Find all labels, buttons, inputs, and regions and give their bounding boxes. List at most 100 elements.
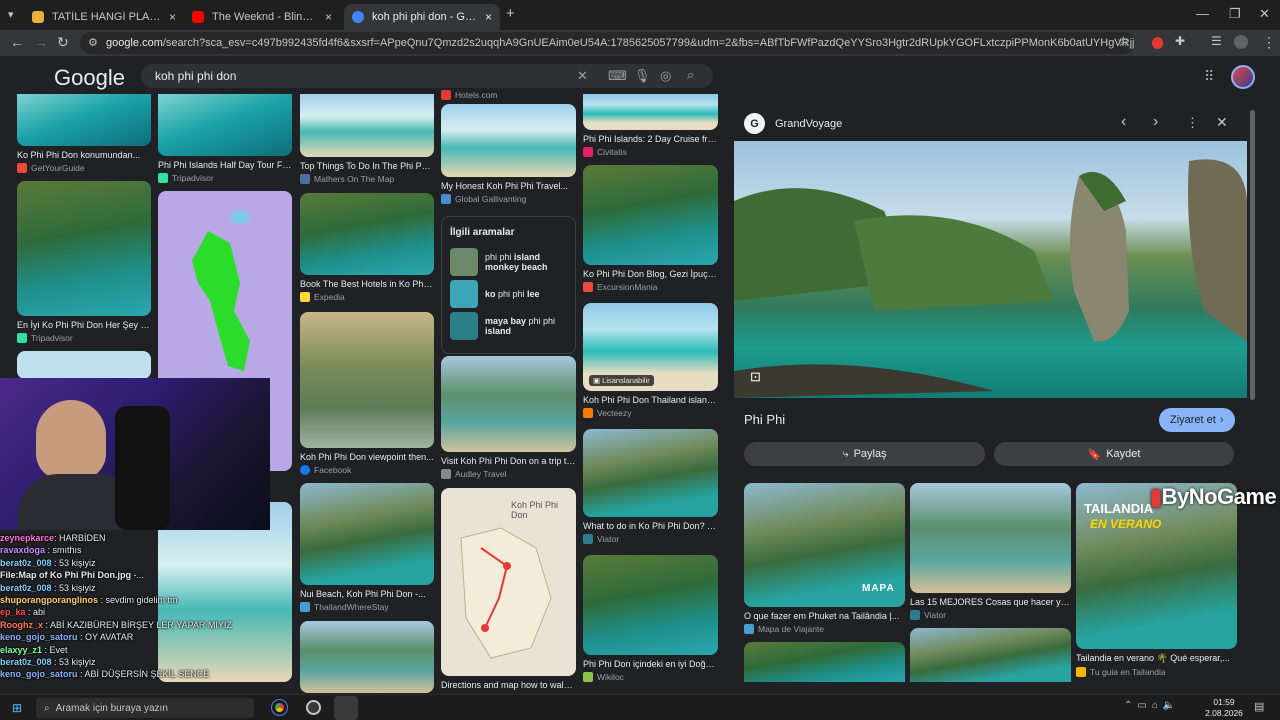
extension-red-icon[interactable]	[1152, 37, 1163, 49]
result-source[interactable]: Wikiloc	[583, 672, 718, 682]
next-image-icon[interactable]: ›	[1153, 113, 1158, 131]
result-caption[interactable]: Phi Phi Don içindeki en iyi Doğa...	[583, 659, 718, 669]
image-result[interactable]	[17, 351, 151, 379]
related-search-item[interactable]: ko phi phi lee	[450, 280, 567, 308]
result-source[interactable]: Global Gallivanting	[441, 194, 576, 204]
account-avatar[interactable]	[1231, 65, 1255, 89]
result-caption[interactable]: Nui Beach, Koh Phi Phi Don -...	[300, 589, 434, 599]
result-caption[interactable]: Phi Phi Islands Half Day Tour Fro...	[158, 160, 292, 170]
tab-close-icon[interactable]: ×	[325, 10, 332, 24]
taskbar-clock[interactable]: 01:59 2.08.2026	[1204, 697, 1244, 719]
result-image[interactable]: ▣ Lisanslanabilir	[583, 303, 718, 391]
keyboard-icon[interactable]: ⌨	[608, 68, 627, 84]
result-image[interactable]	[441, 356, 576, 452]
result-caption[interactable]: Book The Best Hotels in Ko Phi P...	[300, 279, 434, 289]
tab-search-icon[interactable]: ☰	[1211, 34, 1222, 48]
result-caption[interactable]: My Honest Koh Phi Phi Travel...	[441, 181, 576, 191]
result-image[interactable]: MAPA	[744, 483, 905, 607]
more-options-icon[interactable]: ⋮	[1186, 115, 1199, 131]
result-caption[interactable]: Ko Phi Phi Don Blog, Gezi İpuçlar...	[583, 269, 718, 279]
image-result[interactable]: What to do in Ko Phi Phi Don? Th... Viat…	[583, 429, 718, 544]
result-image[interactable]	[583, 94, 718, 130]
result-image[interactable]	[583, 429, 718, 517]
system-tray-icons[interactable]: ⌃▭⌂🔈	[1124, 700, 1180, 711]
related-image-result[interactable]: Las 15 MEJORES Cosas que hacer y ver... …	[910, 483, 1071, 620]
image-result[interactable]: Ko Phi Phi Don konumundan... GetYourGuid…	[17, 94, 151, 173]
result-source[interactable]: Civitatis	[583, 147, 718, 157]
forward-icon[interactable]: →	[34, 34, 48, 50]
result-image[interactable]	[158, 94, 292, 156]
menu-icon[interactable]: ⋮	[1262, 34, 1276, 51]
result-source[interactable]: Mapa de Viajante	[744, 624, 905, 634]
image-result[interactable]: En İyi Ko Phi Phi Don Her Şey Da... Trip…	[17, 181, 151, 343]
related-image-result[interactable]	[910, 628, 1071, 682]
related-image-result[interactable]: MAPA O que fazer em Phuket na Tailândia …	[744, 483, 905, 634]
result-source[interactable]: GetYourGuide	[17, 163, 151, 173]
extensions-icon[interactable]: ✚	[1175, 34, 1185, 48]
result-source[interactable]: ThailandWhereStay	[300, 602, 434, 612]
image-result[interactable]: Visit Koh Phi Phi Don on a trip to... Au…	[441, 356, 576, 479]
clear-icon[interactable]: ✕	[577, 68, 588, 84]
result-image[interactable]	[17, 351, 151, 379]
result-image[interactable]	[583, 555, 718, 655]
prev-image-icon[interactable]: ‹	[1121, 113, 1126, 131]
close-panel-icon[interactable]: ✕	[1216, 114, 1228, 131]
image-result[interactable]: Koh Phi Phi Don viewpoint then... Facebo…	[300, 312, 434, 475]
result-image[interactable]	[583, 165, 718, 265]
address-bar[interactable]: ⚙ google.com/search?sca_esv=c497b992435f…	[80, 32, 1135, 54]
result-source[interactable]: Tripadvisor	[17, 333, 151, 343]
minimize-button[interactable]: —	[1196, 6, 1209, 21]
tab-close-icon[interactable]: ×	[169, 10, 176, 24]
lens-search-icon[interactable]: ⊡	[750, 369, 761, 385]
result-caption[interactable]: Tailandia en verano 🌴 Qué esperar,...	[1076, 653, 1237, 664]
result-caption[interactable]: Visit Koh Phi Phi Don on a trip to...	[441, 456, 576, 466]
result-caption[interactable]: Directions and map how to walk ...	[441, 680, 576, 690]
result-source[interactable]: Viator	[910, 610, 1071, 620]
site-info-icon[interactable]: ⚙	[88, 36, 98, 49]
result-source[interactable]: Tu guia en Tailandia	[1076, 667, 1237, 677]
taskbar-search-box[interactable]: ⌕ Aramak için buraya yazın	[36, 698, 254, 718]
map-image[interactable]: Koh Phi Phi Don	[441, 488, 576, 676]
result-caption[interactable]: Koh Phi Phi Don viewpoint then...	[300, 452, 434, 462]
share-button[interactable]: ⤷ Paylaş	[744, 442, 985, 466]
result-image[interactable]	[744, 642, 905, 682]
result-image[interactable]	[17, 181, 151, 316]
search-icon[interactable]: ⌕	[687, 67, 694, 83]
result-source[interactable]: Vecteezy	[583, 408, 718, 418]
related-image-result[interactable]	[744, 642, 905, 682]
chrome-taskbar-icon[interactable]	[271, 699, 288, 716]
result-image[interactable]	[300, 483, 434, 585]
image-result[interactable]: Phi Phi Don içindeki en iyi Doğa... Wiki…	[583, 555, 718, 682]
result-source[interactable]: Tripadvisor	[158, 173, 292, 183]
result-caption[interactable]: Koh Phi Phi Don Thailand island...	[583, 395, 718, 405]
image-result[interactable]: Koh Phi Phi Don Directions and map how t…	[441, 488, 576, 690]
result-source[interactable]: Hotels.com	[441, 90, 576, 100]
result-caption[interactable]: Phi Phi Islands: 2 Day Cruise fro...	[583, 134, 718, 144]
result-image[interactable]	[910, 483, 1071, 593]
windows-start-icon[interactable]: ⊞	[12, 701, 22, 715]
result-source[interactable]: Mathers On The Map	[300, 174, 434, 184]
result-source[interactable]: ExcursionMania	[583, 282, 718, 292]
profile-avatar[interactable]	[1234, 35, 1248, 49]
lens-icon[interactable]: ◎	[660, 68, 671, 84]
image-result[interactable]: Hotels.com My Honest Koh Phi Phi Travel.…	[441, 90, 576, 204]
close-window-button[interactable]: ✕	[1259, 6, 1270, 22]
result-image[interactable]	[300, 621, 434, 693]
mic-icon[interactable]: 🎙	[634, 68, 651, 84]
result-caption[interactable]: What to do in Ko Phi Phi Don? Th...	[583, 521, 718, 531]
image-result[interactable]: Top Things To Do In The Phi Phi... Mathe…	[300, 94, 434, 184]
result-source[interactable]: Viator	[583, 534, 718, 544]
chrome-active-taskbar-icon[interactable]	[334, 696, 358, 720]
tab-close-icon[interactable]: ×	[485, 10, 492, 24]
obs-taskbar-icon[interactable]	[306, 700, 321, 715]
result-image[interactable]	[300, 312, 434, 448]
related-image-result[interactable]: TAILANDIA EN VERANO Tailandia en verano …	[1076, 483, 1237, 677]
result-source[interactable]: Facebook	[300, 465, 434, 475]
result-image[interactable]	[300, 94, 434, 157]
bookmark-star-icon[interactable]: ☆	[1117, 33, 1130, 50]
result-caption[interactable]: En İyi Ko Phi Phi Don Her Şey Da...	[17, 320, 151, 330]
result-source[interactable]: Audley Travel	[441, 469, 576, 479]
result-image[interactable]	[300, 193, 434, 275]
image-result[interactable]: Nui Beach, Koh Phi Phi Don -... Thailand…	[300, 483, 434, 612]
image-result[interactable]: Phi Phi Islands: 2 Day Cruise fro... Civ…	[583, 94, 718, 157]
